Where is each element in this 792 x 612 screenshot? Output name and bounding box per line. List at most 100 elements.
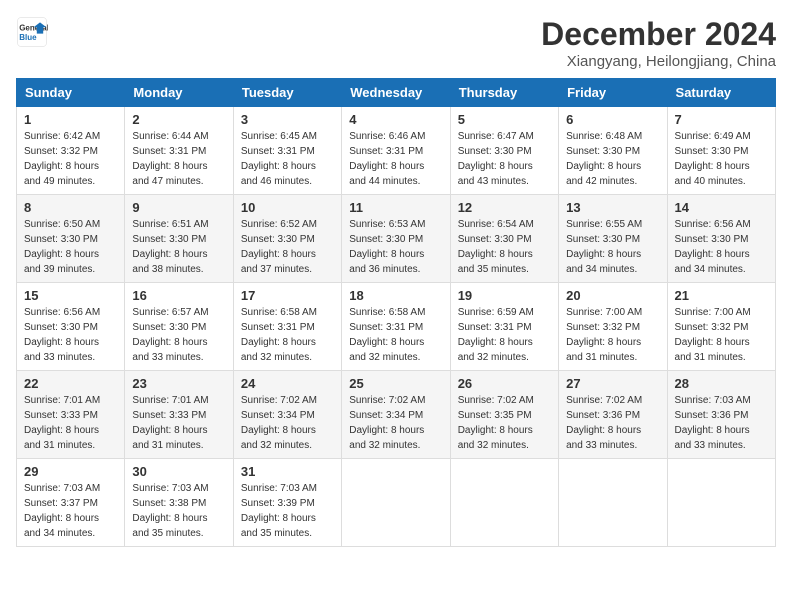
day-info: Sunrise: 6:51 AMSunset: 3:30 PMDaylight:…	[132, 217, 225, 277]
day-info: Sunrise: 6:59 AMSunset: 3:31 PMDaylight:…	[458, 305, 551, 365]
day-cell: 31 Sunrise: 7:03 AMSunset: 3:39 PMDayligh…	[233, 459, 341, 547]
day-cell: 22 Sunrise: 7:01 AMSunset: 3:33 PMDayligh…	[17, 371, 125, 459]
day-info: Sunrise: 6:55 AMSunset: 3:30 PMDaylight:…	[566, 217, 659, 277]
day-number: 31	[241, 464, 334, 479]
day-cell	[667, 459, 775, 547]
day-number: 7	[675, 112, 768, 127]
day-info: Sunrise: 6:56 AMSunset: 3:30 PMDaylight:…	[24, 305, 117, 365]
day-number: 20	[566, 288, 659, 303]
day-number: 12	[458, 200, 551, 215]
day-number: 22	[24, 376, 117, 391]
weekday-friday: Friday	[559, 79, 667, 107]
day-info: Sunrise: 6:58 AMSunset: 3:31 PMDaylight:…	[349, 305, 442, 365]
day-info: Sunrise: 7:03 AMSunset: 3:38 PMDaylight:…	[132, 481, 225, 541]
day-cell: 15 Sunrise: 6:56 AMSunset: 3:30 PMDayligh…	[17, 283, 125, 371]
day-cell: 25Sunrise: 7:02 AMSunset: 3:34 PMDayligh…	[342, 371, 450, 459]
day-cell: 20 Sunrise: 7:00 AMSunset: 3:32 PMDayligh…	[559, 283, 667, 371]
day-info: Sunrise: 6:47 AMSunset: 3:30 PMDaylight:…	[458, 129, 551, 189]
day-cell: 17 Sunrise: 6:58 AMSunset: 3:31 PMDayligh…	[233, 283, 341, 371]
day-cell: 7 Sunrise: 6:49 AMSunset: 3:30 PMDaylight…	[667, 107, 775, 195]
day-cell: 28Sunrise: 7:03 AMSunset: 3:36 PMDayligh…	[667, 371, 775, 459]
day-info: Sunrise: 7:03 AMSunset: 3:37 PMDaylight:…	[24, 481, 117, 541]
day-number: 9	[132, 200, 225, 215]
day-info: Sunrise: 7:02 AMSunset: 3:34 PMDaylight:…	[349, 393, 442, 453]
day-cell: 21Sunrise: 7:00 AMSunset: 3:32 PMDayligh…	[667, 283, 775, 371]
location: Xiangyang, Heilongjiang, China	[541, 53, 776, 70]
day-number: 13	[566, 200, 659, 215]
day-number: 11	[349, 200, 442, 215]
week-row-5: 29Sunrise: 7:03 AMSunset: 3:37 PMDayligh…	[17, 459, 776, 547]
day-cell: 12 Sunrise: 6:54 AMSunset: 3:30 PMDayligh…	[450, 195, 558, 283]
day-cell: 30Sunrise: 7:03 AMSunset: 3:38 PMDayligh…	[125, 459, 233, 547]
day-info: Sunrise: 7:00 AMSunset: 3:32 PMDaylight:…	[675, 305, 768, 365]
day-number: 26	[458, 376, 551, 391]
day-cell: 10 Sunrise: 6:52 AMSunset: 3:30 PMDayligh…	[233, 195, 341, 283]
calendar-table: SundayMondayTuesdayWednesdayThursdayFrid…	[16, 78, 776, 547]
day-info: Sunrise: 7:03 AMSunset: 3:39 PMDaylight:…	[241, 481, 334, 541]
day-cell: 3 Sunrise: 6:45 AMSunset: 3:31 PMDaylight…	[233, 107, 341, 195]
day-info: Sunrise: 7:01 AMSunset: 3:33 PMDaylight:…	[132, 393, 225, 453]
day-info: Sunrise: 6:46 AMSunset: 3:31 PMDaylight:…	[349, 129, 442, 189]
day-info: Sunrise: 7:01 AMSunset: 3:33 PMDaylight:…	[24, 393, 117, 453]
weekday-sunday: Sunday	[17, 79, 125, 107]
day-cell	[450, 459, 558, 547]
weekday-monday: Monday	[125, 79, 233, 107]
day-info: Sunrise: 6:52 AMSunset: 3:30 PMDaylight:…	[241, 217, 334, 277]
day-number: 16	[132, 288, 225, 303]
day-info: Sunrise: 6:50 AMSunset: 3:30 PMDaylight:…	[24, 217, 117, 277]
day-info: Sunrise: 6:49 AMSunset: 3:30 PMDaylight:…	[675, 129, 768, 189]
day-info: Sunrise: 7:00 AMSunset: 3:32 PMDaylight:…	[566, 305, 659, 365]
day-number: 15	[24, 288, 117, 303]
day-cell: 9 Sunrise: 6:51 AMSunset: 3:30 PMDaylight…	[125, 195, 233, 283]
day-number: 23	[132, 376, 225, 391]
week-row-4: 22 Sunrise: 7:01 AMSunset: 3:33 PMDayligh…	[17, 371, 776, 459]
day-cell: 19 Sunrise: 6:59 AMSunset: 3:31 PMDayligh…	[450, 283, 558, 371]
title-area: December 2024 Xiangyang, Heilongjiang, C…	[541, 16, 776, 70]
day-number: 19	[458, 288, 551, 303]
day-number: 27	[566, 376, 659, 391]
day-number: 4	[349, 112, 442, 127]
day-cell: 8 Sunrise: 6:50 AMSunset: 3:30 PMDaylight…	[17, 195, 125, 283]
day-cell: 4 Sunrise: 6:46 AMSunset: 3:31 PMDaylight…	[342, 107, 450, 195]
day-number: 8	[24, 200, 117, 215]
day-cell: 11 Sunrise: 6:53 AMSunset: 3:30 PMDayligh…	[342, 195, 450, 283]
day-info: Sunrise: 7:02 AMSunset: 3:34 PMDaylight:…	[241, 393, 334, 453]
day-cell: 2Sunrise: 6:44 AMSunset: 3:31 PMDaylight…	[125, 107, 233, 195]
day-info: Sunrise: 6:42 AMSunset: 3:32 PMDaylight:…	[24, 129, 117, 189]
day-info: Sunrise: 6:45 AMSunset: 3:31 PMDaylight:…	[241, 129, 334, 189]
day-info: Sunrise: 6:58 AMSunset: 3:31 PMDaylight:…	[241, 305, 334, 365]
month-title: December 2024	[541, 16, 776, 53]
weekday-thursday: Thursday	[450, 79, 558, 107]
day-number: 3	[241, 112, 334, 127]
day-info: Sunrise: 6:57 AMSunset: 3:30 PMDaylight:…	[132, 305, 225, 365]
day-cell	[559, 459, 667, 547]
day-number: 5	[458, 112, 551, 127]
day-number: 24	[241, 376, 334, 391]
day-number: 10	[241, 200, 334, 215]
svg-text:Blue: Blue	[19, 33, 37, 42]
weekday-header-row: SundayMondayTuesdayWednesdayThursdayFrid…	[17, 79, 776, 107]
day-number: 17	[241, 288, 334, 303]
logo-icon: General Blue	[16, 16, 48, 48]
day-info: Sunrise: 7:02 AMSunset: 3:35 PMDaylight:…	[458, 393, 551, 453]
day-cell: 18 Sunrise: 6:58 AMSunset: 3:31 PMDayligh…	[342, 283, 450, 371]
day-info: Sunrise: 7:03 AMSunset: 3:36 PMDaylight:…	[675, 393, 768, 453]
day-info: Sunrise: 6:54 AMSunset: 3:30 PMDaylight:…	[458, 217, 551, 277]
week-row-1: 1 Sunrise: 6:42 AMSunset: 3:32 PMDaylight…	[17, 107, 776, 195]
day-cell: 26 Sunrise: 7:02 AMSunset: 3:35 PMDayligh…	[450, 371, 558, 459]
day-cell: 16 Sunrise: 6:57 AMSunset: 3:30 PMDayligh…	[125, 283, 233, 371]
weekday-wednesday: Wednesday	[342, 79, 450, 107]
day-number: 6	[566, 112, 659, 127]
day-info: Sunrise: 6:56 AMSunset: 3:30 PMDaylight:…	[675, 217, 768, 277]
day-cell: 14 Sunrise: 6:56 AMSunset: 3:30 PMDayligh…	[667, 195, 775, 283]
day-cell: 24 Sunrise: 7:02 AMSunset: 3:34 PMDayligh…	[233, 371, 341, 459]
day-cell: 27Sunrise: 7:02 AMSunset: 3:36 PMDayligh…	[559, 371, 667, 459]
day-cell: 1 Sunrise: 6:42 AMSunset: 3:32 PMDaylight…	[17, 107, 125, 195]
day-number: 18	[349, 288, 442, 303]
week-row-2: 8 Sunrise: 6:50 AMSunset: 3:30 PMDaylight…	[17, 195, 776, 283]
day-number: 14	[675, 200, 768, 215]
day-number: 1	[24, 112, 117, 127]
page-container: General Blue December 2024 Xiangyang, He…	[16, 16, 776, 547]
day-info: Sunrise: 6:53 AMSunset: 3:30 PMDaylight:…	[349, 217, 442, 277]
logo: General Blue	[16, 16, 48, 48]
